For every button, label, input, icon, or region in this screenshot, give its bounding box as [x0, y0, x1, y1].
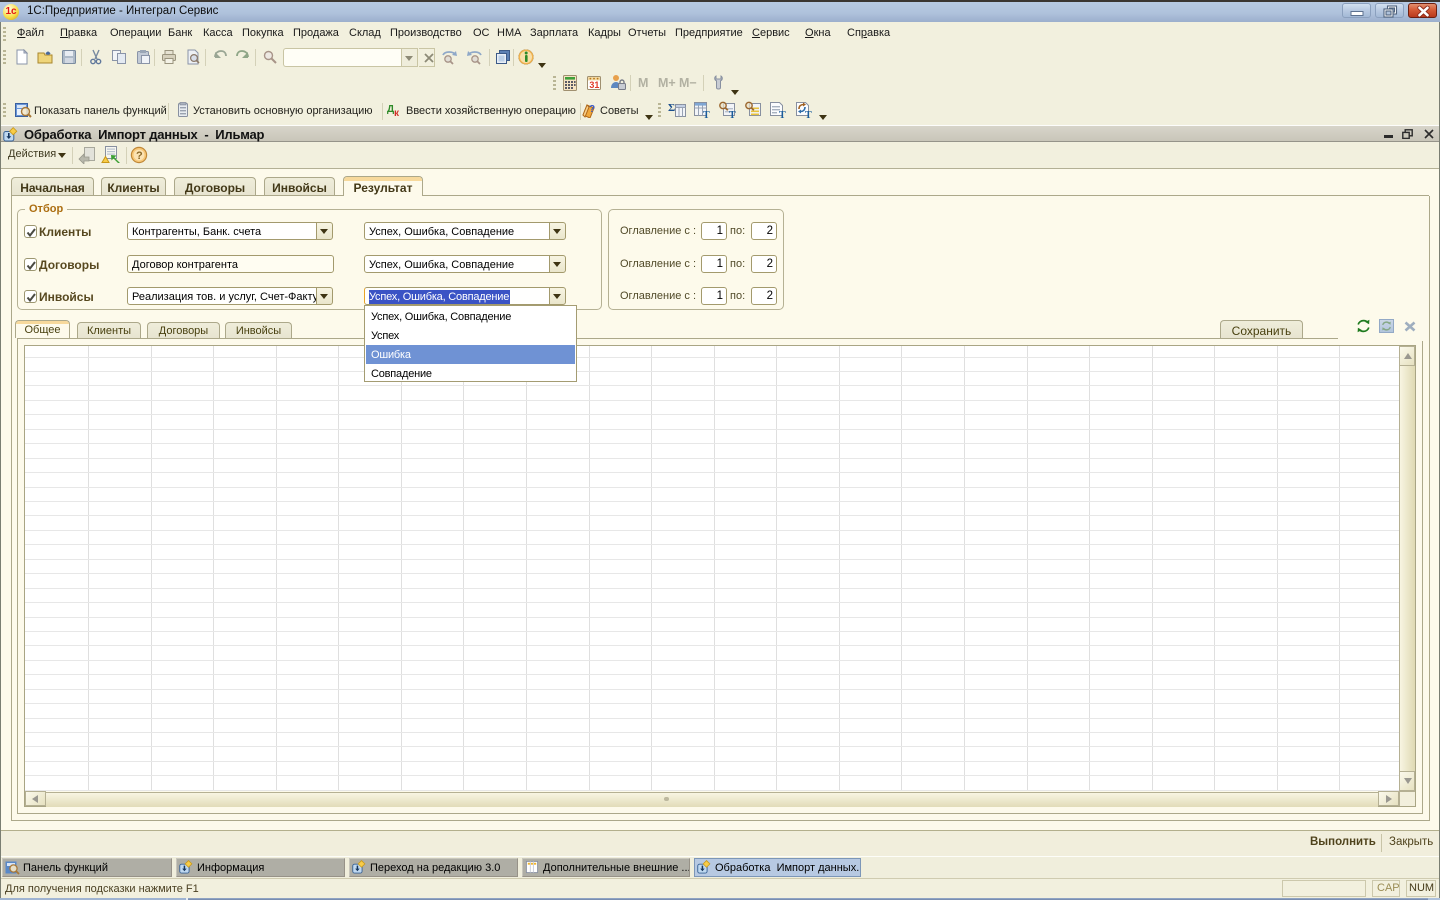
svg-text:?: ?	[136, 150, 143, 162]
svg-text:Σ: Σ	[668, 102, 675, 114]
svg-text:T: T	[729, 110, 736, 119]
svg-text:?: ?	[589, 104, 595, 115]
svg-text:T: T	[703, 110, 710, 119]
svg-text:31: 31	[589, 80, 599, 90]
svg-text:T: T	[779, 110, 786, 119]
svg-text:к: к	[394, 108, 400, 118]
svg-text:T: T	[805, 110, 812, 119]
